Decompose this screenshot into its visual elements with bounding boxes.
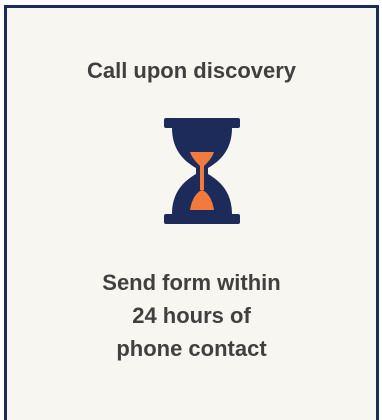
- instruction-line: 24 hours of: [132, 303, 251, 328]
- instruction-line: phone contact: [116, 336, 267, 361]
- hourglass-icon: [164, 118, 240, 224]
- card-instruction: Send form within 24 hours of phone conta…: [7, 266, 376, 365]
- info-card: Call upon discovery Send form within 24 …: [4, 5, 379, 420]
- card-headline: Call upon discovery: [86, 58, 297, 83]
- instruction-line: Send form within: [102, 270, 281, 295]
